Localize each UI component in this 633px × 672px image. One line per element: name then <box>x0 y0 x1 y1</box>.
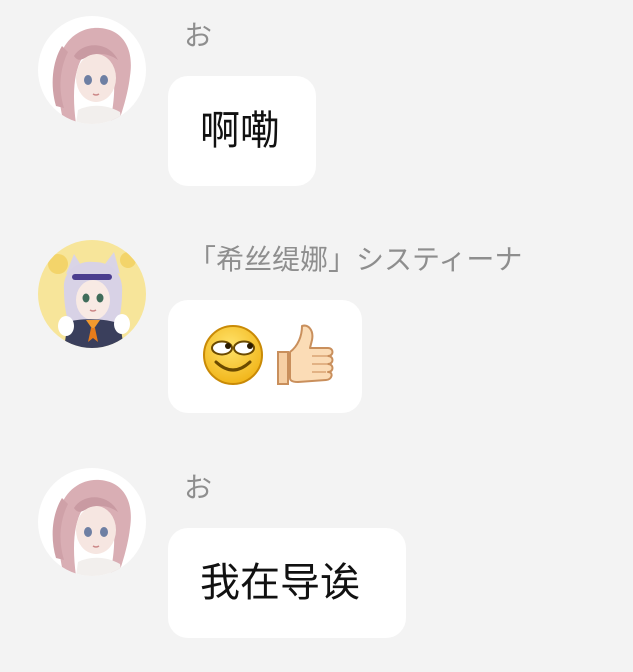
thumbs-up-emoji-icon <box>272 322 336 399</box>
message-text: 啊嘞 <box>200 108 280 154</box>
sender-name: お <box>184 19 213 52</box>
message-bubble[interactable]: 我在导诶 <box>168 528 406 638</box>
anime-girl-pink-hair-avatar-icon <box>38 468 146 576</box>
chat-message: お 我在导诶 <box>0 452 633 672</box>
sender-name: お <box>184 471 213 504</box>
message-text: 我在导诶 <box>200 560 360 606</box>
message-bubble[interactable]: 啊嘞 <box>168 76 316 186</box>
avatar[interactable] <box>38 240 146 348</box>
message-bubble[interactable] <box>168 300 362 413</box>
sender-name: 「希丝缇娜」システィーナ <box>188 243 523 276</box>
chat-message: 「希丝缇娜」システィーナ <box>0 220 633 440</box>
chat-message: お 啊嘞 <box>0 0 633 200</box>
avatar[interactable] <box>38 16 146 124</box>
anime-girl-pink-hair-avatar-icon <box>38 16 146 124</box>
rolling-eyes-smile-emoji-icon <box>202 324 264 397</box>
anime-girl-cat-ears-avatar-icon <box>38 240 146 348</box>
avatar[interactable] <box>38 468 146 576</box>
